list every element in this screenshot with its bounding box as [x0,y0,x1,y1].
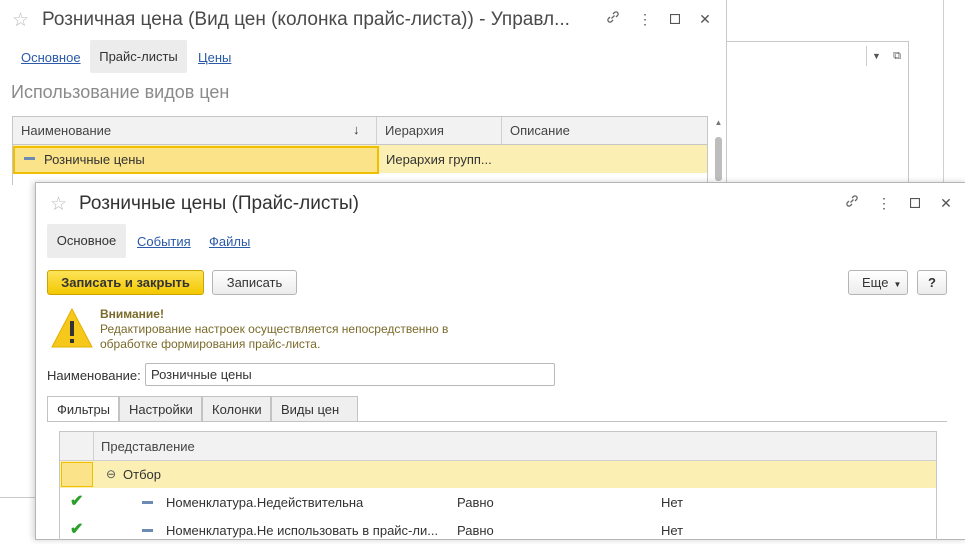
close-icon[interactable]: ✕ [936,193,956,213]
section-title: Использование видов цен [11,82,230,102]
tab-price-types[interactable]: Виды цен [271,396,358,422]
table-row[interactable]: ⊖ Отбор [60,461,936,488]
warning-line-1: Редактирование настроек осуществляется н… [100,322,449,336]
close-icon[interactable]: ✕ [695,9,715,29]
help-button[interactable]: ? [917,270,947,295]
tab-filters[interactable]: Фильтры [47,396,119,422]
group-label: Отбор [123,467,161,482]
link-icon[interactable] [842,193,862,213]
panel-divider [943,0,944,185]
inner-tab-bar: Фильтры Настройки Колонки Виды цен [47,396,947,422]
more-vertical-icon[interactable]: ⋮ [635,9,655,29]
scroll-up-icon[interactable]: ▲ [714,118,723,130]
tab-price-lists[interactable]: Прайс-листы [90,40,187,73]
column-header-presentation[interactable]: Представление [101,439,195,454]
background-right-panel: ▼ ⧉ [726,0,965,185]
table-header: Наименование ↓ Иерархия Описание [12,116,708,145]
save-and-close-button[interactable]: Записать и закрыть [47,270,204,295]
name-label: Наименование: [47,368,141,383]
filter-field: Номенклатура.Не использовать в прайс-ли.… [166,523,439,538]
item-marker-icon [142,501,153,504]
warning-triangle-icon [51,307,93,352]
filter-table: Представление ⊖ Отбор ✔ Номенклатура.Нед… [59,431,937,540]
filter-value: Нет [661,523,684,538]
table-row[interactable]: ✔ Номенклатура.Недействительна Равно Нет [60,488,936,516]
more-vertical-icon[interactable]: ⋮ [874,193,894,213]
chevron-down-icon: ▼ [893,280,902,289]
warning-line-2: обработке формирования прайс-листа. [100,337,321,351]
tab-settings[interactable]: Настройки [119,396,202,422]
star-icon[interactable]: ☆ [12,9,29,32]
row-name: Розничные цены [44,152,145,167]
open-form-icon[interactable]: ⧉ [890,46,904,66]
tab-columns[interactable]: Колонки [202,396,271,422]
table-row[interactable]: ✔ Номенклатура.Не использовать в прайс-л… [60,516,936,544]
collapse-icon[interactable]: ⊖ [106,467,116,481]
checkmark-icon[interactable]: ✔ [70,519,83,539]
warning-title: Внимание! [100,307,164,321]
star-icon[interactable]: ☆ [50,193,67,216]
tab-main[interactable]: Основное [21,50,81,65]
item-marker-icon [24,157,35,160]
table-row[interactable]: Розничные цены Иерархия групп... [12,145,708,174]
name-field[interactable] [145,363,555,386]
filter-value: Нет [661,495,684,510]
tab-events[interactable]: События [137,234,191,249]
tab-files[interactable]: Файлы [209,234,250,249]
sort-down-icon[interactable]: ↓ [353,122,360,137]
maximize-icon[interactable] [905,193,925,213]
dropdown-arrow-icon[interactable]: ▼ [866,46,886,66]
window-title: Розничная цена (Вид цен (колонка прайс-л… [42,9,570,30]
tab-prices[interactable]: Цены [198,50,231,65]
scrollbar-thumb[interactable] [715,137,722,181]
column-header-hierarchy[interactable]: Иерархия [377,117,502,144]
filter-field: Номенклатура.Недействительна [166,495,364,510]
row-hierarchy: Иерархия групп... [386,152,492,167]
filter-table-header: Представление [60,432,936,461]
dialog-title: Розничные цены (Прайс-листы) [79,193,360,214]
tab-main[interactable]: Основное [47,224,126,258]
filter-condition: Равно [457,523,494,538]
column-header-name[interactable]: Наименование [13,117,377,144]
maximize-icon[interactable] [665,9,685,29]
column-header-description[interactable]: Описание [502,117,707,144]
link-icon[interactable] [603,9,623,29]
group-checkbox-cell[interactable] [61,462,93,487]
save-button[interactable]: Записать [212,270,297,295]
header-divider [93,432,94,460]
more-button[interactable]: Еще ▼ [848,270,908,295]
checkmark-icon[interactable]: ✔ [70,491,83,511]
item-marker-icon [142,529,153,532]
dialog-window: ☆ Розничные цены (Прайс-листы) ⋮ ✕ Основ… [35,182,965,540]
filter-condition: Равно [457,495,494,510]
